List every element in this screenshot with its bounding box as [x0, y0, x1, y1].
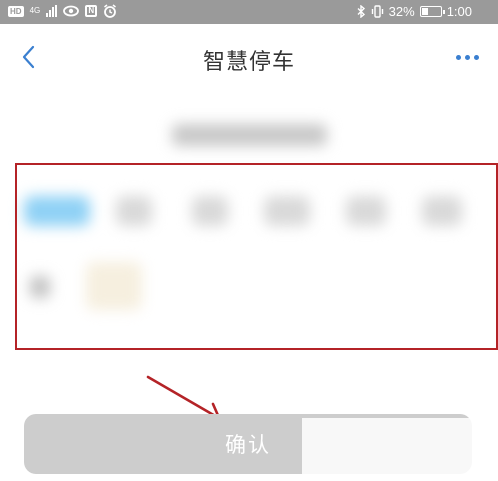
more-button[interactable]	[450, 46, 484, 68]
more-dot-icon	[455, 54, 461, 60]
clock-time: 1:00	[446, 4, 472, 19]
signal-icon	[46, 5, 58, 17]
nfc-icon: N	[85, 5, 98, 17]
highlight-box	[15, 163, 498, 350]
network-type: 4G	[29, 6, 41, 15]
vibrate-icon	[371, 5, 383, 18]
status-bar: HD 4G N 32% 1:00	[0, 0, 498, 24]
page-title: 智慧停车	[202, 50, 295, 75]
more-dot-icon	[464, 54, 470, 60]
battery-percent: 32%	[388, 4, 415, 19]
confirm-label: 确认	[225, 433, 271, 457]
blurred-title	[172, 124, 327, 146]
status-right-icons: 32% 1:00	[357, 4, 472, 19]
nav-bar: 智慧停车	[0, 24, 498, 88]
watermark-overlay	[302, 418, 482, 476]
status-left-icons: HD 4G N	[8, 4, 117, 18]
alarm-icon	[104, 4, 117, 18]
hd-badge: HD	[8, 5, 24, 17]
battery-icon	[419, 6, 445, 17]
bluetooth-icon	[357, 5, 365, 18]
more-dot-icon	[473, 54, 479, 60]
eye-icon	[63, 5, 80, 17]
